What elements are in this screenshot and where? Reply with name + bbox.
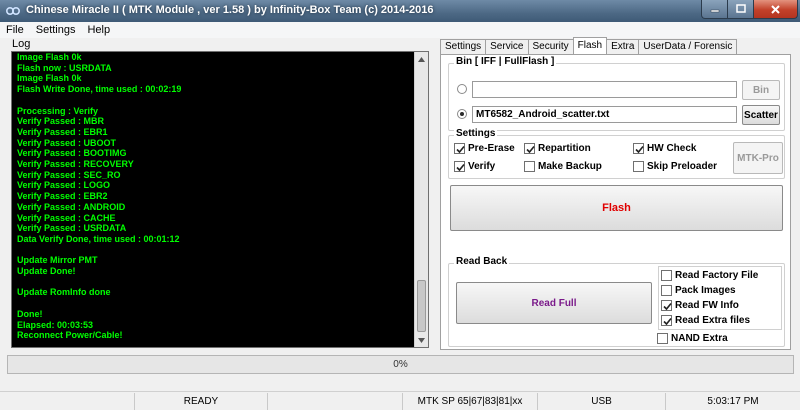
checkbox-unchecked-icon (633, 161, 644, 172)
read-factory-file-label: Read Factory File (675, 270, 759, 281)
menu-bar: File Settings Help (0, 22, 800, 38)
read-options-box: Read Factory File Pack Images Read FW In… (658, 266, 782, 330)
make-backup-label: Make Backup (538, 161, 602, 172)
nand-extra-checkbox[interactable]: NAND Extra (657, 333, 728, 344)
tab-settings[interactable]: Settings (440, 39, 487, 54)
window-title: Chinese Miracle II ( MTK Module , ver 1.… (26, 4, 434, 16)
pre-erase-label: Pre-Erase (468, 143, 515, 154)
make-backup-checkbox[interactable]: Make Backup (524, 161, 602, 172)
scatter-radio[interactable] (457, 109, 467, 119)
read-factory-file-checkbox[interactable]: Read Factory File (661, 270, 758, 281)
scatter-button[interactable]: Scatter (742, 105, 780, 125)
status-state: READY (135, 393, 268, 410)
skip-preloader-checkbox[interactable]: Skip Preloader (633, 161, 717, 172)
close-button[interactable] (754, 0, 798, 19)
minimize-button[interactable] (701, 0, 728, 19)
tab-extra[interactable]: Extra (606, 39, 640, 54)
scroll-up-arrow-icon[interactable] (415, 52, 428, 66)
hw-check-label: HW Check (647, 143, 697, 154)
read-extra-files-label: Read Extra files (675, 315, 751, 326)
checkbox-checked-icon (633, 143, 644, 154)
bin-group-title: Bin [ IFF | FullFlash ] (454, 56, 557, 67)
settings-group: Settings Pre-Erase Repartition HW Check … (448, 128, 785, 179)
log-scrollbar[interactable] (414, 52, 428, 347)
tab-strip: Settings Service Security Flash Extra Us… (440, 37, 738, 54)
status-connection: USB (538, 393, 666, 410)
tab-service[interactable]: Service (485, 39, 529, 54)
progress-text: 0% (393, 359, 408, 370)
tab-security[interactable]: Security (527, 39, 574, 54)
log-label: Log (12, 38, 31, 50)
close-icon (771, 4, 780, 14)
checkbox-unchecked-icon (524, 161, 535, 172)
flash-tab-panel: Bin [ IFF | FullFlash ] Bin MT6582_Andro… (440, 54, 791, 350)
pack-images-label: Pack Images (675, 285, 736, 296)
read-extra-files-checkbox[interactable]: Read Extra files (661, 315, 750, 326)
nand-extra-label: NAND Extra (671, 333, 728, 344)
maximize-button[interactable] (728, 0, 754, 19)
progress-bar: 0% (7, 355, 794, 374)
log-scroll-thumb[interactable] (417, 280, 426, 332)
mtk-pro-button[interactable]: MTK-Pro (733, 142, 783, 174)
bin-group: Bin [ IFF | FullFlash ] Bin MT6582_Andro… (448, 56, 785, 131)
app-icon (5, 5, 21, 17)
status-cell-empty-2 (268, 393, 403, 410)
read-fw-info-checkbox[interactable]: Read FW Info (661, 300, 739, 311)
bin-radio[interactable] (457, 84, 467, 94)
tab-flash[interactable]: Flash (572, 37, 608, 54)
checkbox-unchecked-icon (661, 285, 672, 296)
checkbox-checked-icon (454, 143, 465, 154)
scroll-down-arrow-icon[interactable] (415, 333, 428, 347)
read-back-group-title: Read Back (454, 256, 510, 267)
checkbox-checked-icon (661, 300, 672, 311)
status-time: 5:03:17 PM (707, 396, 759, 407)
repartition-checkbox[interactable]: Repartition (524, 143, 591, 154)
skip-preloader-label: Skip Preloader (647, 161, 718, 172)
checkbox-checked-icon (661, 315, 672, 326)
scatter-path-field[interactable]: MT6582_Android_scatter.txt (472, 106, 737, 123)
maximize-icon (735, 4, 746, 13)
checkbox-checked-icon (454, 161, 465, 172)
title-bar: Chinese Miracle II ( MTK Module , ver 1.… (0, 0, 800, 22)
repartition-label: Repartition (538, 143, 591, 154)
menu-file[interactable]: File (0, 22, 30, 38)
pre-erase-checkbox[interactable]: Pre-Erase (454, 143, 515, 154)
log-text: Image Flash 0k Flash now : USRDATA Image… (17, 52, 182, 341)
read-full-button[interactable]: Read Full (456, 282, 652, 324)
pack-images-checkbox[interactable]: Pack Images (661, 285, 736, 296)
status-cell-empty (0, 393, 135, 410)
flash-button[interactable]: Flash (450, 185, 783, 231)
log-panel[interactable]: Image Flash 0k Flash now : USRDATA Image… (11, 51, 429, 348)
read-back-group: Read Back Read Full Read Factory File Pa… (448, 256, 785, 347)
verify-label: Verify (468, 161, 496, 172)
checkbox-unchecked-icon (661, 270, 672, 281)
bin-path-field[interactable] (472, 81, 737, 98)
verify-checkbox[interactable]: Verify (454, 161, 495, 172)
minimize-icon (710, 9, 719, 13)
bin-button[interactable]: Bin (742, 80, 780, 100)
checkbox-unchecked-icon (657, 333, 668, 344)
menu-help[interactable]: Help (81, 22, 116, 38)
hw-check-checkbox[interactable]: HW Check (633, 143, 696, 154)
tab-userdata-forensic[interactable]: UserData / Forensic (638, 39, 738, 54)
menu-settings[interactable]: Settings (30, 22, 82, 38)
read-fw-info-label: Read FW Info (675, 300, 739, 311)
settings-group-title: Settings (454, 128, 498, 139)
status-bar: READY MTK SP 65|67|83|81|xx USB 5:03:17 … (0, 391, 800, 410)
status-platform: MTK SP 65|67|83|81|xx (403, 393, 538, 410)
checkbox-checked-icon (524, 143, 535, 154)
